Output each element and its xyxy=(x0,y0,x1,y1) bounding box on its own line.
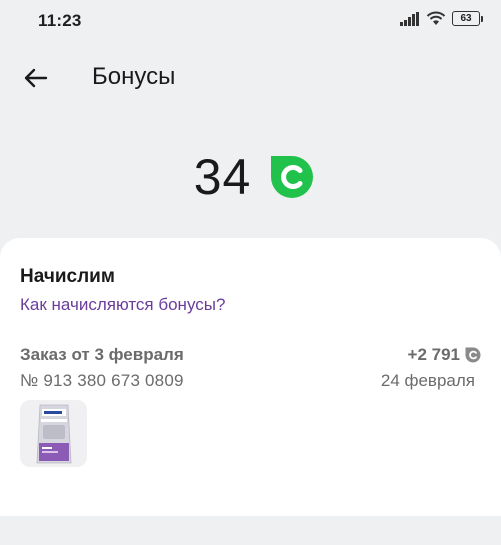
status-bar: 11:23 63 xyxy=(0,0,501,40)
wifi-icon xyxy=(426,11,446,25)
status-time: 11:23 xyxy=(38,11,82,30)
back-button[interactable] xyxy=(18,62,54,94)
battery-level: 63 xyxy=(452,11,480,26)
order-title: Заказ от 3 февраля xyxy=(20,345,184,364)
bottom-strip xyxy=(0,516,501,545)
balance-value: 34 xyxy=(193,149,252,205)
accruals-card: Начислим Как начисляются бонусы? Заказ о… xyxy=(0,238,501,516)
signal-icon xyxy=(400,11,419,26)
bonus-coin-icon xyxy=(271,156,314,198)
order-amount-value: +2 791 xyxy=(407,345,460,364)
section-title: Начислим xyxy=(20,266,115,287)
arrow-left-icon xyxy=(24,68,48,88)
status-icons: 63 xyxy=(400,11,483,26)
bonus-balance: 34 xyxy=(0,145,501,209)
header: Бонусы xyxy=(0,52,501,104)
order-bonus-amount: +2 791 xyxy=(408,345,481,365)
order-bonus-date: 24 февраля xyxy=(380,371,475,390)
bonuses-screen: 11:23 63 Бонусы 34 Начислим Как начисляю… xyxy=(0,0,501,545)
pet-food-bag-image xyxy=(36,404,71,463)
battery-icon: 63 xyxy=(452,11,483,26)
page-title: Бонусы xyxy=(92,63,176,90)
order-number: № 913 380 673 0809 xyxy=(20,371,184,390)
product-thumbnail[interactable] xyxy=(20,400,87,467)
bonus-coin-icon xyxy=(465,347,481,363)
how-bonuses-accrue-link[interactable]: Как начисляются бонусы? xyxy=(20,295,225,315)
